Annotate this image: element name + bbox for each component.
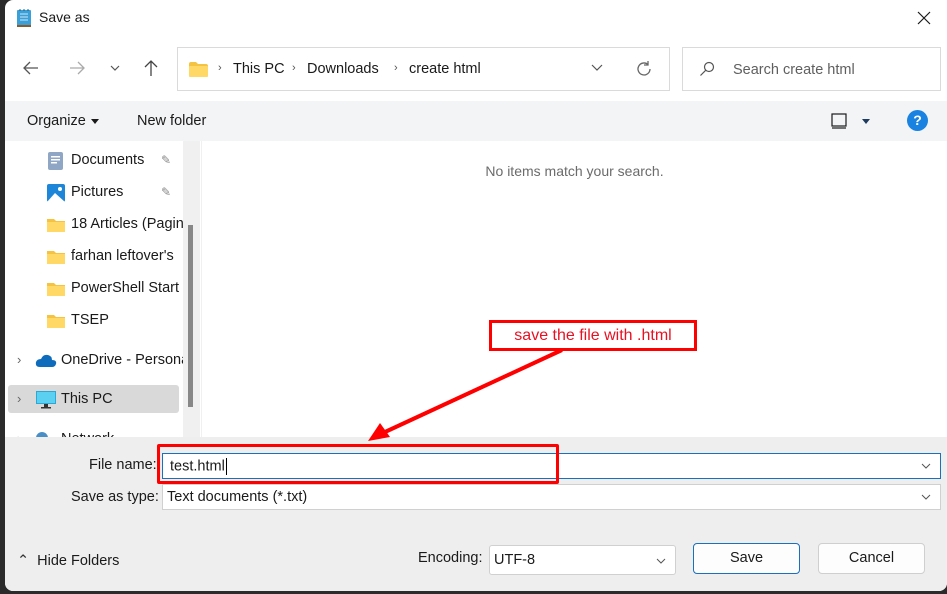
search-placeholder: Search create html bbox=[733, 62, 855, 78]
pin-icon: ✎ bbox=[161, 153, 172, 167]
search-box[interactable]: Search create html bbox=[682, 47, 941, 91]
chevron-down-icon[interactable] bbox=[920, 460, 932, 472]
sidebar-item-folder[interactable]: PowerShell Start bbox=[5, 274, 183, 302]
cancel-button[interactable]: Cancel bbox=[818, 543, 925, 574]
chevron-down-icon bbox=[110, 65, 120, 71]
breadcrumb-separator: › bbox=[218, 62, 222, 74]
chevron-up-icon: ⌃ bbox=[17, 553, 30, 569]
close-icon bbox=[917, 11, 931, 25]
sidebar-item-label: PowerShell Start bbox=[71, 280, 179, 296]
organize-label: Organize bbox=[27, 113, 86, 129]
navigation-bar: › This PC › Downloads › create html Sear… bbox=[5, 44, 947, 92]
scrollbar-thumb[interactable] bbox=[188, 225, 193, 407]
sidebar-item-label: Documents bbox=[71, 152, 145, 168]
save-as-type-select[interactable]: Text documents (*.txt) bbox=[162, 484, 941, 510]
sidebar-item-onedrive[interactable]: › OneDrive - Personal bbox=[5, 346, 192, 374]
encoding-value: UTF-8 bbox=[494, 552, 536, 568]
breadcrumb-downloads[interactable]: Downloads bbox=[307, 61, 379, 77]
sidebar-item-label: TSEP bbox=[71, 312, 109, 328]
title-bar: Save as bbox=[5, 0, 947, 36]
chevron-down-icon bbox=[656, 558, 666, 564]
back-button[interactable] bbox=[17, 54, 45, 82]
encoding-select[interactable]: UTF-8 bbox=[489, 545, 676, 575]
pictures-icon bbox=[47, 184, 65, 202]
save-as-type-label: Save as type: bbox=[71, 489, 159, 505]
address-dropdown-icon[interactable] bbox=[590, 60, 604, 74]
save-as-type-value: Text documents (*.txt) bbox=[167, 489, 308, 505]
arrow-right-icon bbox=[70, 61, 85, 75]
command-bar: Organize New folder ? bbox=[5, 101, 947, 141]
new-folder-button[interactable]: New folder bbox=[137, 113, 206, 129]
sidebar-item-this-pc[interactable]: › This PC bbox=[8, 385, 179, 413]
sidebar-item-pictures[interactable]: Pictures ✎ bbox=[5, 178, 183, 206]
sidebar-scrollbar[interactable] bbox=[183, 141, 200, 437]
view-options-dropdown[interactable] bbox=[862, 119, 870, 124]
help-button[interactable]: ? bbox=[907, 110, 928, 131]
expand-icon[interactable]: › bbox=[17, 391, 21, 406]
caret-down-icon bbox=[90, 118, 99, 124]
folder-icon bbox=[189, 62, 208, 77]
file-name-value: test.html bbox=[170, 458, 227, 475]
recent-locations-button[interactable] bbox=[101, 54, 129, 82]
notepad-icon bbox=[17, 9, 31, 27]
empty-message: No items match your search. bbox=[485, 163, 664, 179]
organize-menu[interactable]: Organize bbox=[27, 113, 99, 129]
forward-button[interactable] bbox=[63, 54, 91, 82]
sidebar-item-folder[interactable]: 18 Articles (Pagination) bbox=[5, 210, 200, 238]
sidebar-item-network[interactable]: › Network bbox=[5, 425, 183, 437]
arrow-up-icon bbox=[144, 60, 158, 76]
this-pc-icon bbox=[36, 391, 56, 409]
breadcrumb-this-pc[interactable]: This PC bbox=[233, 61, 285, 77]
arrow-left-icon bbox=[23, 61, 38, 75]
sidebar-item-label: 18 Articles (Pagination) bbox=[71, 216, 200, 232]
hide-folders-button[interactable]: ⌃ Hide Folders bbox=[17, 553, 119, 569]
chevron-down-icon bbox=[921, 494, 931, 500]
sidebar-item-label: farhan leftover's bbox=[71, 248, 174, 264]
onedrive-icon bbox=[35, 354, 57, 367]
sidebar-item-folder[interactable]: farhan leftover's bbox=[5, 242, 183, 270]
navigation-pane: Documents ✎ Pictures ✎ 18 Articles (Pagi… bbox=[5, 141, 200, 437]
save-form: File name: test.html Save as type: Text … bbox=[5, 437, 947, 591]
documents-icon bbox=[48, 152, 63, 170]
file-list[interactable]: No items match your search. bbox=[201, 141, 947, 437]
folder-icon bbox=[47, 219, 65, 232]
sidebar-item-folder[interactable]: TSEP bbox=[5, 306, 183, 334]
address-bar[interactable]: › This PC › Downloads › create html bbox=[177, 47, 670, 91]
sidebar-item-label: This PC bbox=[61, 391, 113, 407]
close-button[interactable] bbox=[901, 0, 947, 36]
save-button[interactable]: Save bbox=[693, 543, 800, 574]
sidebar-item-label: Pictures bbox=[71, 184, 124, 200]
folder-icon bbox=[47, 283, 65, 296]
breadcrumb-separator: › bbox=[292, 62, 296, 74]
encoding-label: Encoding: bbox=[418, 550, 483, 566]
sidebar-item-documents[interactable]: Documents ✎ bbox=[5, 146, 183, 174]
up-button[interactable] bbox=[137, 54, 165, 82]
view-icon[interactable] bbox=[831, 113, 847, 129]
file-name-label: File name: bbox=[89, 457, 157, 473]
hide-folders-label: Hide Folders bbox=[37, 553, 120, 569]
breadcrumb-separator: › bbox=[394, 62, 398, 74]
folder-icon bbox=[47, 315, 65, 328]
annotation-label: save the file with .html bbox=[489, 320, 697, 351]
window-title: Save as bbox=[39, 9, 90, 25]
folder-icon bbox=[47, 251, 65, 264]
refresh-icon[interactable] bbox=[635, 60, 653, 78]
breadcrumb-create-html[interactable]: create html bbox=[409, 61, 481, 77]
file-name-input[interactable]: test.html bbox=[162, 453, 941, 479]
sidebar-item-label: OneDrive - Personal bbox=[61, 352, 193, 368]
expand-icon[interactable]: › bbox=[17, 352, 21, 367]
save-as-dialog: Save as › This PC › Downloads › create h… bbox=[5, 0, 947, 591]
search-icon bbox=[700, 61, 715, 76]
pin-icon: ✎ bbox=[161, 185, 172, 199]
